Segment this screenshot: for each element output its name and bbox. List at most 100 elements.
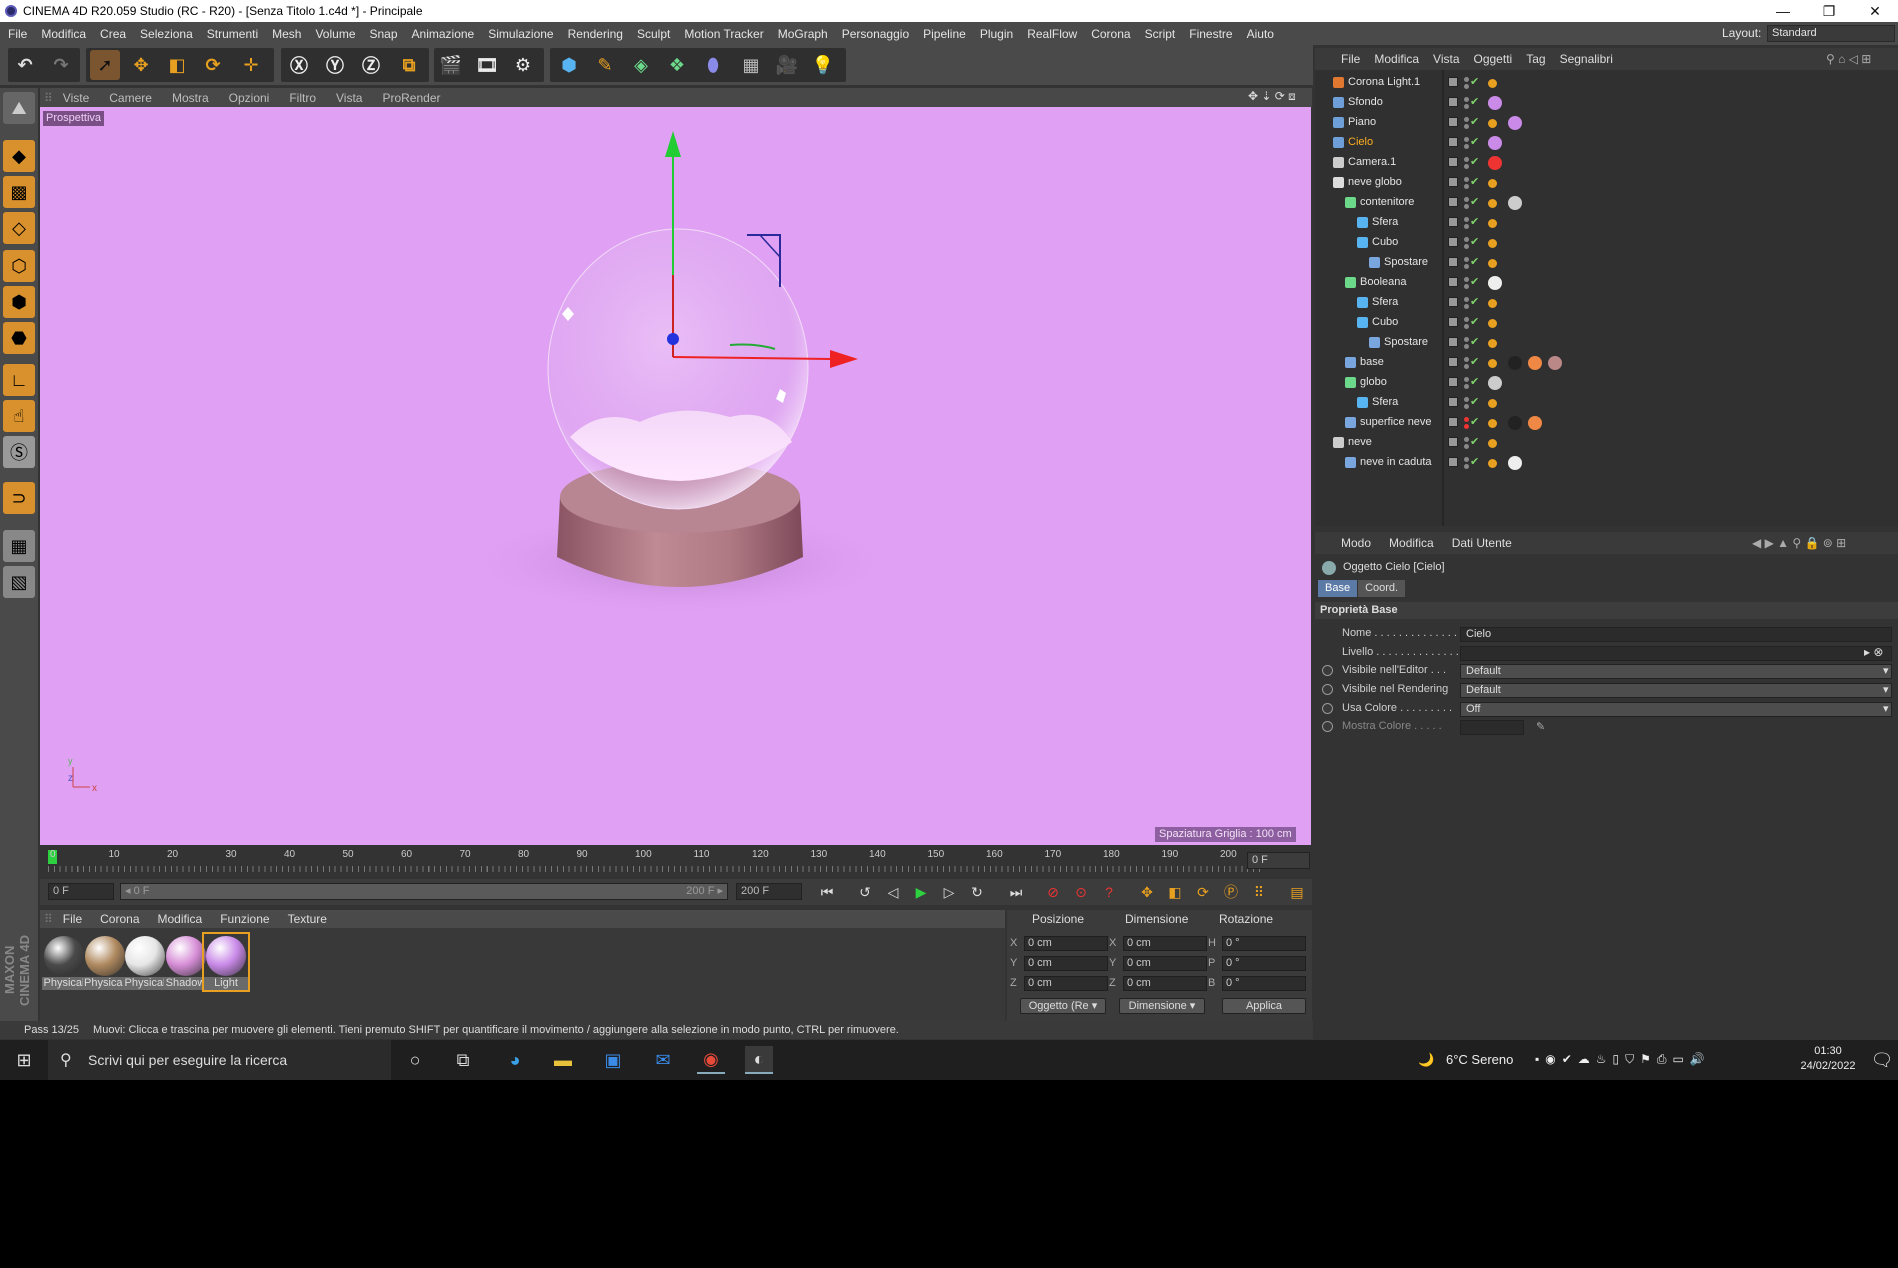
key-scale-icon[interactable]: ◧ <box>1163 880 1187 904</box>
coord-mode-dropdown[interactable]: Oggetto (Re ▾ <box>1020 998 1106 1014</box>
menu-aiuto[interactable]: Aiuto <box>1247 27 1274 41</box>
key-pla-icon[interactable]: ⠿ <box>1247 880 1271 904</box>
attributes-menu-modifica[interactable]: Modifica <box>1389 536 1434 550</box>
enabled-check-icon[interactable]: ✔ <box>1470 215 1479 228</box>
tag-icon[interactable] <box>1508 356 1522 370</box>
render-visibility-dot[interactable] <box>1464 364 1469 369</box>
object-row[interactable]: Camera.1 ✔ <box>1315 153 1898 173</box>
render-settings-icon[interactable]: ⚙ <box>508 50 538 80</box>
texture-mode-icon[interactable]: ▩ <box>3 176 35 208</box>
enabled-check-icon[interactable]: ✔ <box>1470 75 1479 88</box>
menu-sculpt[interactable]: Sculpt <box>637 27 670 41</box>
layer-icon[interactable] <box>1448 77 1458 87</box>
material-tag-icon[interactable] <box>1488 439 1497 448</box>
attributes-menu-modo[interactable]: Modo <box>1341 536 1371 550</box>
weather-icon[interactable]: 🌙 <box>1418 1052 1434 1068</box>
task-view-icon[interactable]: ⧉ <box>449 1046 477 1074</box>
render-visibility-dot[interactable] <box>1464 284 1469 289</box>
go-to-start-icon[interactable]: ⏮ <box>815 880 839 904</box>
make-editable-icon[interactable]: ⛰ <box>3 92 35 124</box>
record-keys-icon[interactable]: ⊘ <box>1041 880 1065 904</box>
animate-radio[interactable] <box>1322 703 1333 714</box>
render-visibility-dot[interactable] <box>1464 304 1469 309</box>
menu-finestre[interactable]: Finestre <box>1189 27 1232 41</box>
animate-radio[interactable] <box>1322 721 1333 732</box>
material-swatch[interactable]: Physical <box>123 934 167 990</box>
material-tag-icon[interactable] <box>1488 179 1497 188</box>
tag-icon[interactable] <box>1508 116 1522 130</box>
layer-icon[interactable] <box>1448 337 1458 347</box>
tag-icon[interactable] <box>1488 376 1502 390</box>
cinema4d-taskbar-icon[interactable]: ◐ <box>745 1046 773 1074</box>
floor-icon[interactable]: ▦ <box>736 50 766 80</box>
tag-icon[interactable] <box>1488 136 1502 150</box>
restore-button[interactable]: ❐ <box>1806 0 1852 22</box>
enabled-check-icon[interactable]: ✔ <box>1470 315 1479 328</box>
end-frame-field[interactable]: 200 F <box>736 883 802 900</box>
render-visibility-dot[interactable] <box>1464 404 1469 409</box>
material-tag-icon[interactable] <box>1488 399 1497 408</box>
enabled-check-icon[interactable]: ✔ <box>1470 155 1479 168</box>
tag-icon[interactable] <box>1548 356 1562 370</box>
prev-key-icon[interactable]: ↺ <box>853 880 877 904</box>
object-row[interactable]: globo ✔ <box>1315 373 1898 393</box>
menu-realflow[interactable]: RealFlow <box>1027 27 1077 41</box>
attributes-menu-dati-utente[interactable]: Dati Utente <box>1452 536 1512 550</box>
material-menu-corona[interactable]: Corona <box>100 912 139 926</box>
drag-handle-icon[interactable]: ⠿ <box>44 91 53 105</box>
preview-range-slider[interactable]: ◂ 0 F 200 F ▸ <box>120 883 728 900</box>
size-mode-dropdown[interactable]: Dimensione ▾ <box>1119 998 1205 1014</box>
enabled-check-icon[interactable]: ✔ <box>1470 255 1479 268</box>
object-row[interactable]: Spostare ✔ <box>1315 333 1898 353</box>
redo-icon[interactable]: ↷ <box>46 50 76 80</box>
layer-icon[interactable] <box>1448 257 1458 267</box>
editor-visibility-dot[interactable] <box>1464 257 1469 262</box>
enabled-check-icon[interactable]: ✔ <box>1470 195 1479 208</box>
object-row[interactable]: Sfondo ✔ <box>1315 93 1898 113</box>
menu-personaggio[interactable]: Personaggio <box>842 27 909 41</box>
tag-icon[interactable] <box>1528 416 1542 430</box>
menu-seleziona[interactable]: Seleziona <box>140 27 193 41</box>
object-menu-oggetti[interactable]: Oggetti <box>1474 52 1513 66</box>
render-visibility-dot[interactable] <box>1464 464 1469 469</box>
render-visibility-dot[interactable] <box>1464 444 1469 449</box>
enabled-check-icon[interactable]: ✔ <box>1470 235 1479 248</box>
viewport-menu-mostra[interactable]: Mostra <box>172 91 209 105</box>
attr-field[interactable]: Off <box>1460 702 1892 717</box>
layer-icon[interactable] <box>1448 377 1458 387</box>
editor-visibility-dot[interactable] <box>1464 157 1469 162</box>
cortana-icon[interactable]: ○ <box>401 1046 429 1074</box>
editor-visibility-dot[interactable] <box>1464 217 1469 222</box>
tag-icon[interactable] <box>1508 196 1522 210</box>
material-swatch[interactable]: Light <box>202 932 250 992</box>
editor-visibility-dot[interactable] <box>1464 117 1469 122</box>
layer-icon[interactable] <box>1448 317 1458 327</box>
edge-icon[interactable]: ◕ <box>501 1046 529 1074</box>
object-row[interactable]: Spostare ✔ <box>1315 253 1898 273</box>
viewport-nav-icons[interactable]: ✥ ⇣ ⟳ ⧈ <box>1248 89 1296 104</box>
tweak-mode-icon[interactable]: ☝ <box>3 400 35 432</box>
dropdown-arrow-icon[interactable]: ▾ <box>1883 702 1889 715</box>
coord-field-rot[interactable]: 0 ° <box>1222 936 1306 951</box>
attr-field[interactable] <box>1460 646 1892 661</box>
key-rotation-icon[interactable]: ⟳ <box>1191 880 1215 904</box>
layer-icon[interactable] <box>1448 457 1458 467</box>
material-tag-icon[interactable] <box>1488 259 1497 268</box>
coord-field-dim[interactable]: 0 cm <box>1123 976 1207 991</box>
subdivision-icon[interactable]: ◈ <box>626 50 656 80</box>
3d-viewport[interactable]: y z x <box>40 107 1311 845</box>
object-row[interactable]: Sfera ✔ <box>1315 213 1898 233</box>
axis-mode-icon[interactable]: ∟ <box>3 364 35 396</box>
object-manager-search-icons[interactable]: ⚲ ⌂ ◁ ⊞ <box>1826 52 1871 66</box>
editor-visibility-dot[interactable] <box>1464 277 1469 282</box>
menu-corona[interactable]: Corona <box>1091 27 1130 41</box>
object-menu-segnalibri[interactable]: Segnalibri <box>1560 52 1613 66</box>
enabled-check-icon[interactable]: ✔ <box>1470 115 1479 128</box>
keyframe-selection-icon[interactable]: ? <box>1097 880 1121 904</box>
enabled-check-icon[interactable]: ✔ <box>1470 395 1479 408</box>
cube-object-icon[interactable]: ⬢ <box>554 50 584 80</box>
object-menu-vista[interactable]: Vista <box>1433 52 1459 66</box>
object-row[interactable]: Sfera ✔ <box>1315 393 1898 413</box>
material-swatch[interactable]: Physical <box>42 934 86 990</box>
scale-tool-icon[interactable]: ◧ <box>162 50 192 80</box>
